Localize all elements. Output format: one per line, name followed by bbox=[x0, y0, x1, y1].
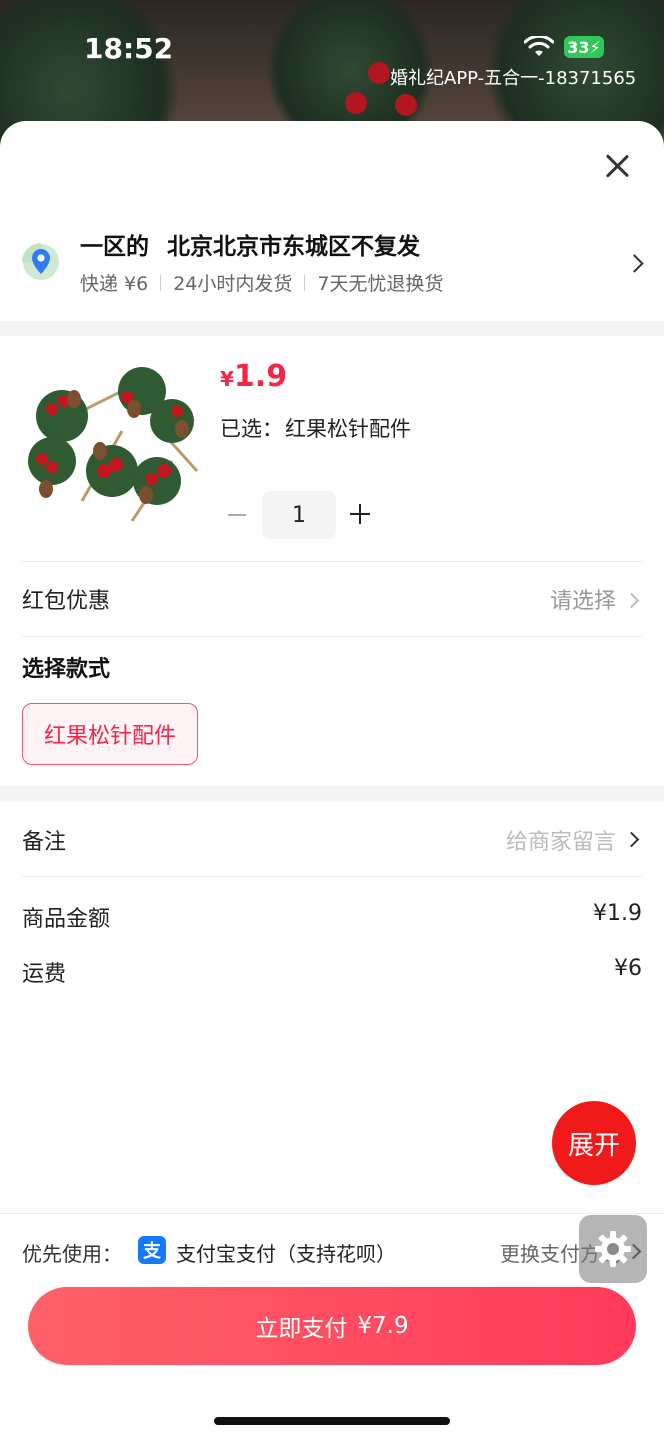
shipping-fee: 快递 ¥6 bbox=[80, 273, 149, 295]
location-pin-icon bbox=[22, 243, 59, 280]
home-indicator bbox=[214, 1417, 450, 1425]
divider bbox=[22, 561, 642, 562]
coupon-label: 红包优惠 bbox=[22, 589, 111, 614]
preferred-payment-label: 优先使用： bbox=[22, 1242, 122, 1266]
price-value: 1.9 bbox=[233, 359, 288, 394]
style-option-chip[interactable]: 红果松针配件 bbox=[22, 703, 198, 765]
quantity-increase-button[interactable] bbox=[350, 504, 370, 524]
expand-button[interactable]: 展开 bbox=[552, 1101, 636, 1185]
gear-icon bbox=[595, 1231, 631, 1267]
section-divider bbox=[0, 321, 664, 336]
quantity-input[interactable]: 1 bbox=[262, 491, 336, 539]
battery-icon: 33 ⚡ bbox=[564, 36, 604, 58]
pay-now-button[interactable]: 立即支付 ¥7.9 bbox=[28, 1287, 636, 1365]
floating-settings-button[interactable] bbox=[579, 1215, 647, 1283]
note-input[interactable]: 给商家留言 bbox=[506, 824, 616, 856]
status-icons: 33 ⚡ bbox=[524, 36, 604, 58]
section-divider bbox=[0, 786, 664, 801]
shipping-label: 运费 bbox=[22, 962, 67, 987]
pay-now-amount: ¥7.9 bbox=[357, 1313, 409, 1339]
pay-now-label: 立即支付 bbox=[255, 1316, 348, 1342]
divider bbox=[22, 636, 642, 637]
style-section-title: 选择款式 bbox=[22, 657, 111, 682]
alipay-icon: 支 bbox=[138, 1236, 166, 1264]
chevron-right-icon bbox=[623, 592, 640, 609]
divider bbox=[160, 274, 162, 291]
dispatch-time: 24小时内发货 bbox=[173, 273, 293, 295]
product-image bbox=[22, 361, 202, 541]
currency-symbol: ¥ bbox=[220, 367, 234, 391]
status-time: 18:52 bbox=[84, 32, 174, 65]
product-price: ¥1.9 bbox=[220, 359, 287, 394]
chevron-right-icon bbox=[625, 254, 644, 273]
quantity-decrease-button[interactable] bbox=[228, 514, 246, 516]
selected-value: 红果松针配件 bbox=[285, 417, 411, 441]
return-policy: 7天无忧退换货 bbox=[317, 273, 444, 295]
selected-label: 已选： bbox=[220, 417, 283, 441]
address-main: 一区的 北京北京市东城区不复发 bbox=[80, 227, 420, 261]
note-label: 备注 bbox=[22, 830, 67, 855]
divider bbox=[304, 274, 306, 291]
address-location: 北京北京市东城区不复发 bbox=[167, 234, 420, 260]
wifi-icon bbox=[524, 36, 554, 56]
checkout-sheet: 一区的 北京北京市东城区不复发 快递 ¥6 24小时内发货 7天无忧退换货 ¥1… bbox=[0, 121, 664, 1440]
delivery-info: 快递 ¥6 24小时内发货 7天无忧退换货 bbox=[80, 269, 444, 296]
goods-amount-value: ¥1.9 bbox=[593, 901, 642, 926]
recipient-name: 一区的 bbox=[80, 234, 149, 260]
close-icon[interactable] bbox=[604, 153, 630, 179]
goods-amount-label: 商品金额 bbox=[22, 907, 111, 932]
address-row[interactable]: 一区的 北京北京市东城区不复发 快递 ¥6 24小时内发货 7天无忧退换货 bbox=[0, 217, 664, 323]
watermark: 婚礼纪APP-五合一-18371565 bbox=[390, 68, 637, 89]
coupon-select[interactable]: 请选择 bbox=[550, 583, 616, 615]
selected-variant: 已选： 红果松针配件 bbox=[220, 413, 411, 443]
divider bbox=[22, 876, 642, 877]
shipping-value: ¥6 bbox=[614, 956, 642, 981]
chevron-right-icon bbox=[623, 831, 640, 848]
payment-method-row[interactable]: 优先使用： 支 支付宝支付（支持花呗） 更换支付方式 bbox=[0, 1213, 664, 1286]
payment-method-name: 支付宝支付（支持花呗） bbox=[176, 1242, 396, 1266]
